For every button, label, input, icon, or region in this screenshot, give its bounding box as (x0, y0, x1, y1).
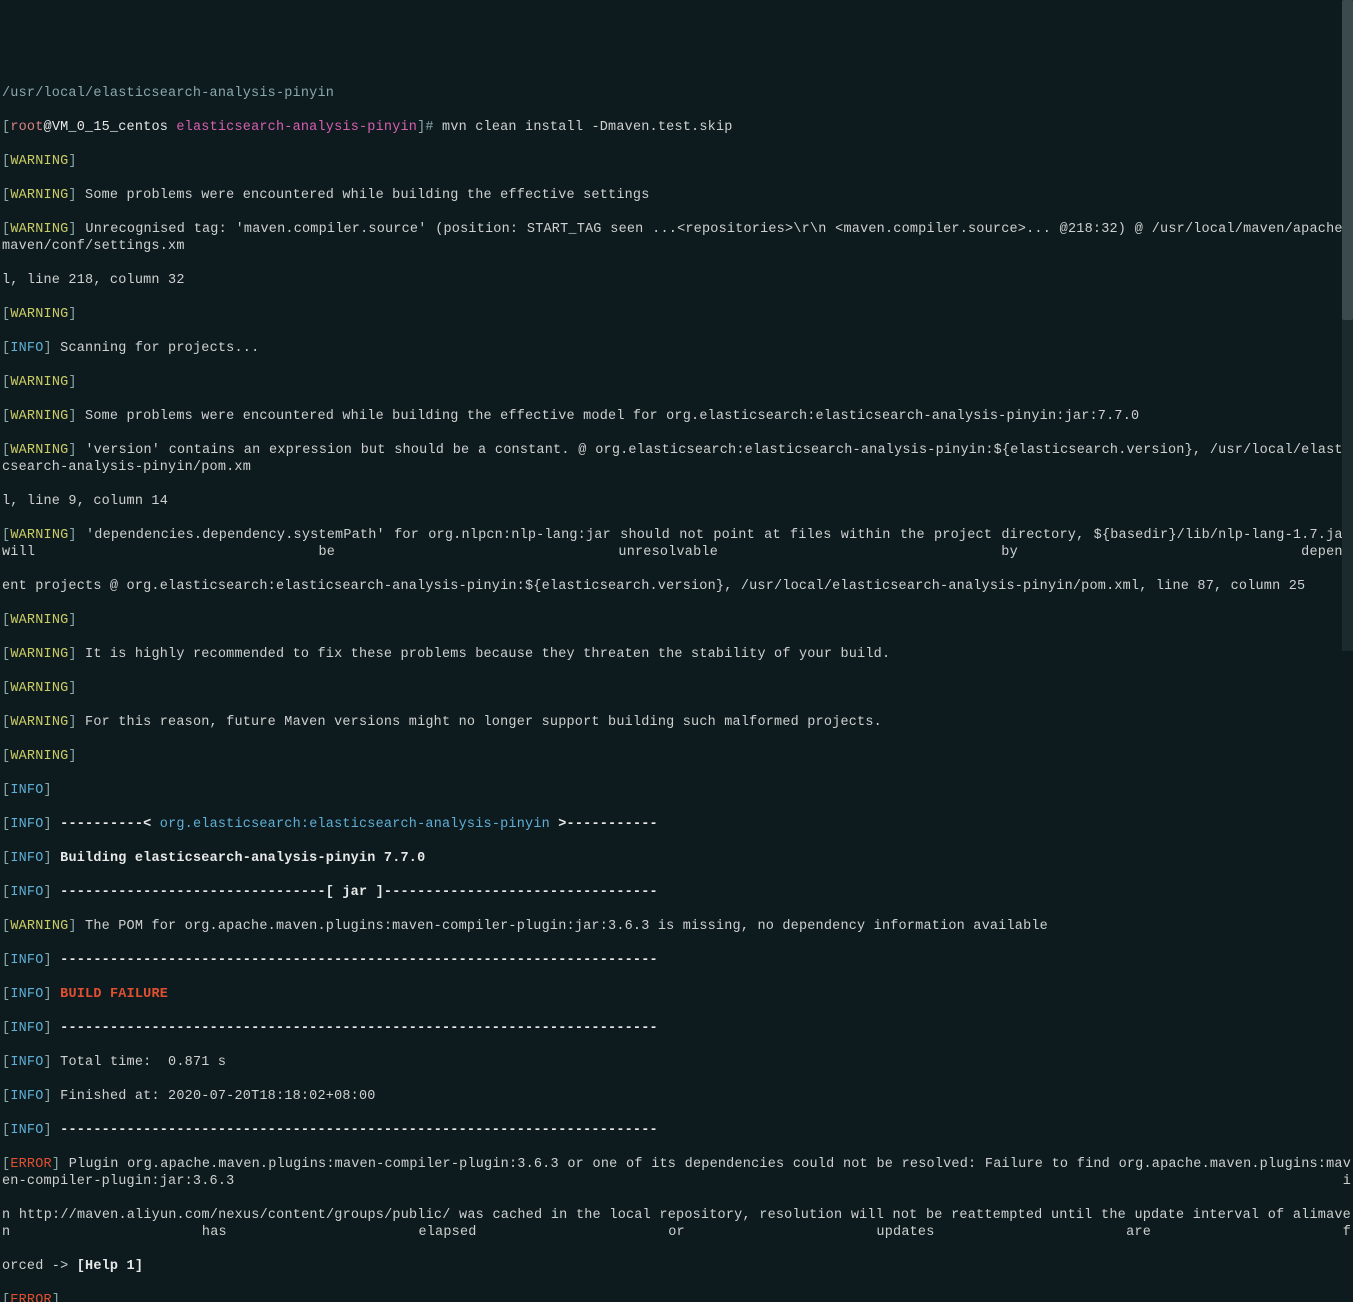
log-line: [WARNING] (2, 306, 1351, 323)
log-line: [INFO] ---------------------------------… (2, 952, 1351, 969)
log-line: [INFO] (2, 782, 1351, 799)
build-failure-line: [INFO] BUILD FAILURE (2, 986, 1351, 1003)
log-line: [INFO] Finished at: 2020-07-20T18:18:02+… (2, 1088, 1351, 1105)
log-line: [INFO] ---------------------------------… (2, 1020, 1351, 1037)
log-line: [WARNING] 'version' contains an expressi… (2, 442, 1351, 476)
log-line-cont: ent projects @ org.elasticsearch:elastic… (2, 578, 1351, 595)
log-line: [INFO] --------------------------------[… (2, 884, 1351, 901)
log-line: [WARNING] The POM for org.apache.maven.p… (2, 918, 1351, 935)
scrollbar-track[interactable] (1342, 0, 1353, 651)
log-line: [INFO] Scanning for projects... (2, 340, 1351, 357)
path-header: /usr/local/elasticsearch-analysis-pinyin (2, 85, 1351, 102)
build-failure-label: BUILD FAILURE (60, 987, 168, 1002)
log-line: [WARNING] It is highly recommended to fi… (2, 646, 1351, 663)
log-line: [INFO] ---------------------------------… (2, 1122, 1351, 1139)
log-line: [WARNING] Unrecognised tag: 'maven.compi… (2, 221, 1351, 255)
log-line: [WARNING] (2, 612, 1351, 629)
log-line: [INFO] ----------< org.elasticsearch:ela… (2, 816, 1351, 833)
log-line-cont: l, line 218, column 32 (2, 272, 1351, 289)
log-line: [INFO] Total time: 0.871 s (2, 1054, 1351, 1071)
log-line: [WARNING] (2, 680, 1351, 697)
artifact-id: org.elasticsearch:elasticsearch-analysis… (160, 817, 550, 832)
prompt-line: [root@VM_0_15_centos elasticsearch-analy… (2, 119, 1351, 136)
log-line: [WARNING] For this reason, future Maven … (2, 714, 1351, 731)
log-line: [WARNING] 'dependencies.dependency.syste… (2, 527, 1351, 561)
log-line-cont: orced -> [Help 1] (2, 1258, 1351, 1275)
log-line-cont: n http://maven.aliyun.com/nexus/content/… (2, 1207, 1351, 1241)
log-line: [WARNING] (2, 374, 1351, 391)
log-line-cont: l, line 9, column 14 (2, 493, 1351, 510)
log-line: [INFO] Building elasticsearch-analysis-p… (2, 850, 1351, 867)
terminal-output[interactable]: /usr/local/elasticsearch-analysis-pinyin… (0, 68, 1353, 1302)
scrollbar-thumb[interactable] (1342, 0, 1353, 320)
log-line: [WARNING] (2, 748, 1351, 765)
log-line: [ERROR] Plugin org.apache.maven.plugins:… (2, 1156, 1351, 1190)
command-text: mvn clean install -Dmaven.test.skip (442, 120, 733, 135)
log-line: [WARNING] Some problems were encountered… (2, 408, 1351, 425)
log-line: [WARNING] Some problems were encountered… (2, 187, 1351, 204)
log-line: [WARNING] (2, 153, 1351, 170)
log-line: [ERROR] (2, 1292, 1351, 1302)
